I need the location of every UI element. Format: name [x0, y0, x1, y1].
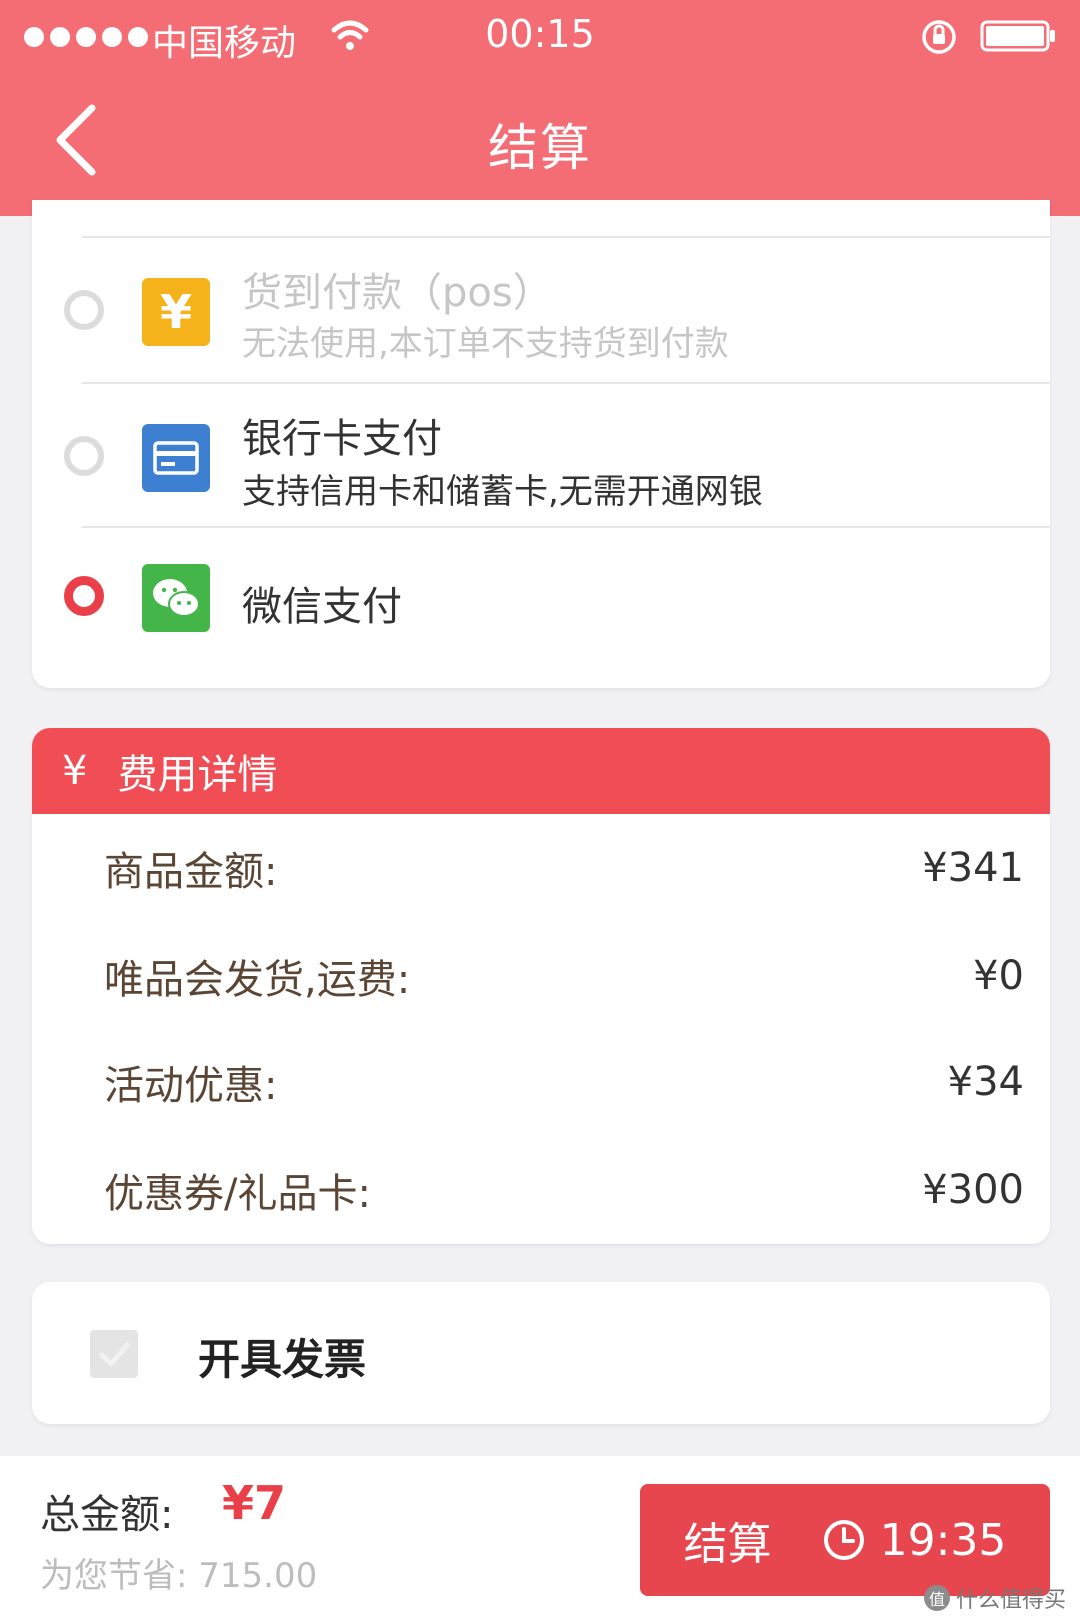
payment-option-title: 微信支付 [242, 584, 402, 630]
rotation-lock-icon [922, 20, 956, 54]
fee-details-title: 费用详情 [117, 752, 278, 798]
wechat-icon [142, 564, 210, 632]
invoice-card: 开具发票 [32, 1282, 1050, 1424]
fee-label: 商品金额: [104, 849, 278, 895]
watermark-badge: 值 [923, 1585, 950, 1611]
payment-option-wechat[interactable]: 微信支付 [32, 530, 1050, 676]
total-label: 总金额: [40, 1492, 174, 1538]
checkout-label: 结算 [683, 1519, 772, 1570]
payment-option-title: 货到付款（pos） [242, 270, 553, 316]
bank-card-icon [142, 424, 210, 492]
payment-option-title: 银行卡支付 [242, 416, 442, 462]
fee-row-goods: 商品金额: ¥341 [104, 838, 1024, 898]
payment-option-subtitle: 支持信用卡和储蓄卡,无需开通网银 [242, 472, 763, 512]
payment-option-bank-card[interactable]: 银行卡支付 支持信用卡和储蓄卡,无需开通网银 [32, 386, 1050, 532]
checkout-button[interactable]: 结算 19:35 [640, 1484, 1050, 1596]
payment-method-card: ¥ 货到付款（pos） 无法使用,本订单不支持货到付款 银行卡支付 支持信用卡和… [32, 200, 1050, 688]
fee-label: 活动优惠: [104, 1063, 278, 1109]
radio-cod [64, 290, 104, 330]
fee-row-promotion: 活动优惠: ¥34 [104, 1052, 1024, 1112]
battery-icon [980, 20, 1055, 52]
page-title: 结算 [488, 119, 592, 177]
countdown: 19:35 [822, 1514, 1007, 1566]
fee-row-shipping: 唯品会发货,运费: ¥0 [104, 946, 1024, 1006]
status-time: 00:15 [485, 12, 595, 56]
fee-value: ¥34 [947, 1059, 1024, 1105]
divider [82, 382, 1050, 384]
yen-icon: ¥ [142, 278, 210, 346]
total-amount: ¥7 [222, 1476, 287, 1530]
countdown-time: 19:35 [879, 1514, 1007, 1566]
radio-wechat[interactable] [64, 576, 104, 616]
top-bar: 中国移动 00:15 结算 [0, 0, 1080, 216]
fee-value: ¥341 [922, 845, 1024, 891]
fee-value: ¥300 [922, 1167, 1024, 1213]
saved-amount: 为您节省: 715.00 [40, 1556, 318, 1596]
yen-icon: ¥ [62, 748, 88, 794]
payment-option-subtitle: 无法使用,本订单不支持货到付款 [242, 324, 729, 364]
fee-details-card: ¥ 费用详情 商品金额: ¥341 唯品会发货,运费: ¥0 活动优惠: ¥34… [32, 728, 1050, 1244]
clock-icon [823, 1520, 864, 1560]
radio-bank-card[interactable] [64, 436, 104, 476]
fee-value: ¥0 [973, 953, 1024, 999]
checkout-bar: 总金额: ¥7 为您节省: 715.00 结算 19:35 值 什么值得买 [0, 1456, 1080, 1620]
fee-label: 优惠券/礼品卡: [104, 1171, 371, 1217]
payment-option-cod: ¥ 货到付款（pos） 无法使用,本订单不支持货到付款 [32, 240, 1050, 386]
check-icon [99, 1342, 130, 1367]
status-bar: 中国移动 00:15 [0, 0, 1080, 72]
fee-details-header: ¥ 费用详情 [32, 728, 1050, 814]
watermark-text: 什么值得买 [955, 1588, 1066, 1613]
divider [82, 236, 1050, 238]
divider [82, 526, 1050, 528]
fee-row-coupon: 优惠券/礼品卡: ¥300 [104, 1160, 1024, 1220]
watermark: 值 什么值得买 [923, 1582, 1066, 1614]
fee-label: 唯品会发货,运费: [104, 957, 411, 1003]
invoice-label: 开具发票 [198, 1335, 367, 1384]
invoice-checkbox[interactable] [90, 1330, 138, 1378]
